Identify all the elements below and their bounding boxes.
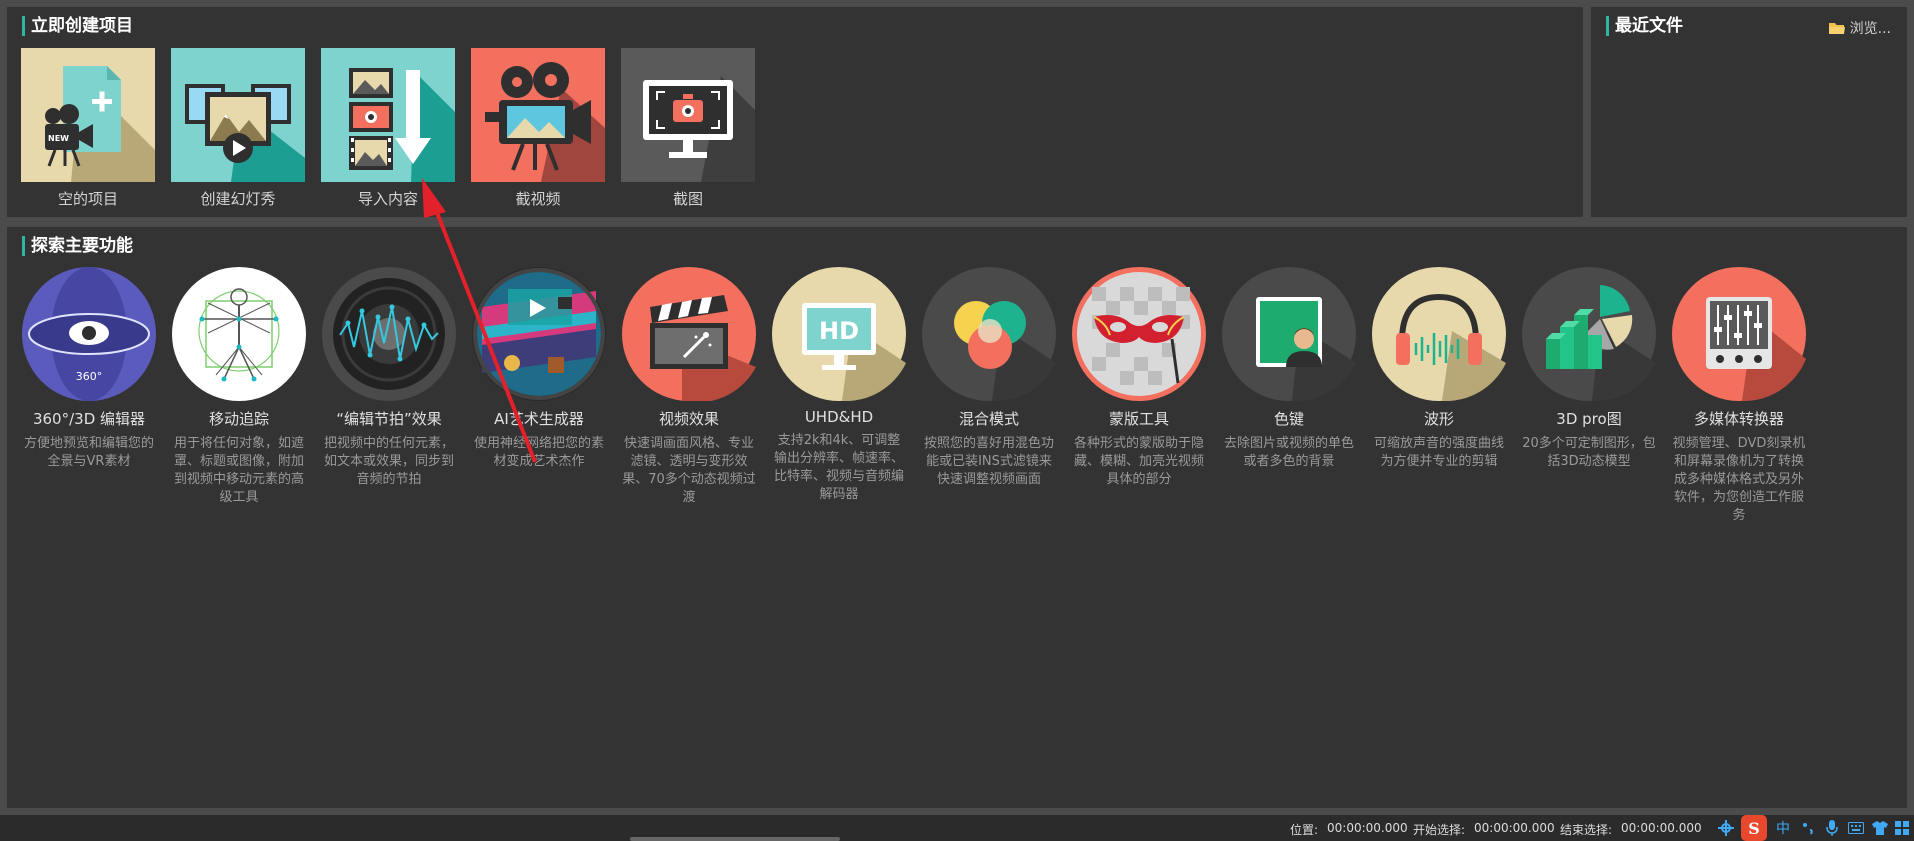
grid-menu-icon[interactable] [1893,818,1911,838]
feature-title: AI艺术生成器 [494,410,584,428]
3d-chart-icon [1522,267,1656,401]
status-bar: 位置: 00:00:00.000 开始选择: 00:00:00.000 结束选择… [0,815,1914,841]
recent-files-panel: 最近文件 浏览... [1591,7,1907,217]
hd-monitor-icon: HD [772,267,906,401]
explore-features-panel: 探索主要功能 360° 360°/3D 编辑器 方便地预览和编辑您的全景与VR素… [7,227,1907,808]
feature-desc: 可缩放声音的强度曲线为方便并专业的剪辑 [1373,436,1504,469]
feature-desc: 方便地预览和编辑您的全景与VR素材 [23,436,154,469]
feature-title: 混合模式 [958,410,1019,428]
new-project-icon: NEW [21,48,155,182]
chroma-key-icon [1222,267,1356,401]
feature-uhd-hd[interactable]: HD UHD&HD 支持2k和4k、可调整输出分辨率、帧速率、比特率、视频与音频… [769,267,909,504]
motion-tracking-icon [172,267,306,401]
feature-beat-edit[interactable]: “编辑节拍”效果 把视频中的任何元素，如文本或效果，同步到音频的节拍 [319,267,459,489]
position-label: 位置: [1290,823,1319,837]
feature-blend-modes[interactable]: 混合模式 按照您的喜好用混色功能或已装INS式滤镜来快速调整视频画面 [919,267,1059,489]
feature-title: 波形 [1423,410,1454,428]
browse-label: 浏览... [1849,21,1891,37]
tile-label: 创建幻灯秀 [200,190,276,208]
feature-mask-tool[interactable]: 蒙版工具 各种形式的蒙版助于隐藏、模糊、加亮光视频具体的部分 [1069,267,1209,489]
feature-waveform[interactable]: 波形 可缩放声音的强度曲线为方便并专业的剪辑 [1369,267,1509,471]
explore-section-title: 探索主要功能 [22,236,133,256]
create-section-title: 立即创建项目 [22,16,133,36]
feature-3d-chart[interactable]: 3D pro图 20多个可定制图形，包括3D动态模型 [1519,267,1659,471]
beat-edit-icon [322,267,456,401]
feature-desc: 快速调画面风格、专业滤镜、透明与变形效果、70多个动态视频过渡 [622,436,756,505]
feature-title: 多媒体转换器 [1693,410,1784,428]
move-crosshair-icon[interactable] [1716,818,1736,838]
ai-art-icon [472,267,606,401]
tile-empty-project[interactable]: NEW 空的项目 [21,48,155,209]
tile-label: 导入内容 [357,190,418,208]
feature-motion-tracking[interactable]: 移动追踪 用于将任何对象，如遮罩、标题或图像，附加到视频中移动元素的高级工具 [169,267,309,507]
svg-text:NEW: NEW [48,134,69,143]
360-icon-text: 360° [76,370,103,383]
ime-logo-icon[interactable]: S [1741,815,1767,841]
tile-import-content[interactable]: 导入内容 [321,48,455,209]
feature-desc: 支持2k和4k、可调整输出分辨率、帧速率、比特率、视频与音频编解码器 [773,433,904,502]
feature-desc: 使用神经网络把您的素材变成艺术杰作 [473,436,604,469]
feature-title: 蒙版工具 [1108,410,1169,428]
create-project-panel: 立即创建项目 NEW 空的项目 创建幻灯秀 导入内容 截视频 截图 [7,7,1583,217]
tile-screenshot[interactable]: 截图 [621,48,755,209]
feature-title: UHD&HD [804,408,874,426]
punctuation-icon[interactable] [1798,818,1818,838]
feature-desc: 各种形式的蒙版助于隐藏、模糊、加亮光视频具体的部分 [1073,436,1204,487]
feature-360-editor[interactable]: 360° 360°/3D 编辑器 方便地预览和编辑您的全景与VR素材 [19,267,159,471]
clapperboard-icon [622,267,756,401]
screenshot-icon [621,48,755,182]
selection-end-value: 00:00:00.000 [1621,821,1702,835]
tile-label: 截视频 [515,190,561,208]
feature-media-converter[interactable]: 多媒体转换器 视频管理、DVD刻录机和屏幕录像机为了转换成多种媒体格式及另外软件… [1669,267,1809,525]
tile-create-slideshow[interactable]: 创建幻灯秀 [171,48,305,209]
blend-modes-icon [922,267,1056,401]
shirt-skin-icon[interactable] [1870,818,1890,838]
position-value: 00:00:00.000 [1327,821,1408,835]
feature-title: 视频效果 [658,410,719,428]
feature-title: 360°/3D 编辑器 [32,410,146,428]
browse-button[interactable]: 浏览... [1828,18,1891,38]
tile-screen-record[interactable]: 截视频 [471,48,605,209]
feature-ai-art[interactable]: AI艺术生成器 使用神经网络把您的素材变成艺术杰作 [469,267,609,471]
mask-tool-icon [1072,267,1206,401]
feature-video-effects[interactable]: 视频效果 快速调画面风格、专业滤镜、透明与变形效果、70多个动态视频过渡 [619,267,759,507]
feature-desc: 视频管理、DVD刻录机和屏幕录像机为了转换成多种媒体格式及另外软件，为您创造工作… [1672,436,1806,523]
feature-title: 移动追踪 [208,410,269,428]
tile-label: 截图 [672,190,703,208]
microphone-icon[interactable] [1822,818,1842,838]
selection-end-label: 结束选择: [1560,823,1613,837]
horizontal-scrollbar[interactable] [630,837,840,841]
feature-desc: 去除图片或视频的单色或者多色的背景 [1223,436,1354,469]
feature-desc: 把视频中的任何元素，如文本或效果，同步到音频的节拍 [323,436,454,487]
feature-chroma-key[interactable]: 色键 去除图片或视频的单色或者多色的背景 [1219,267,1359,471]
feature-title: 3D pro图 [1556,410,1622,428]
screen-record-icon [471,48,605,182]
360-editor-icon: 360° [22,267,156,401]
folder-icon [1828,22,1845,34]
feature-desc: 用于将任何对象，如遮罩、标题或图像，附加到视频中移动元素的高级工具 [173,436,304,505]
recent-section-title: 最近文件 [1606,16,1683,36]
selection-start-label: 开始选择: [1413,823,1466,837]
feature-title: 色键 [1273,410,1304,428]
import-content-icon [321,48,455,182]
slideshow-icon [171,48,305,182]
feature-title: “编辑节拍”效果 [336,410,442,428]
hd-icon-text: HD [819,317,859,345]
keyboard-icon[interactable] [1846,818,1866,838]
tile-label: 空的项目 [57,190,118,208]
waveform-icon [1372,267,1506,401]
ime-mode-indicator[interactable]: 中 [1773,818,1793,838]
media-converter-icon [1672,267,1806,401]
selection-start-value: 00:00:00.000 [1474,821,1555,835]
feature-desc: 按照您的喜好用混色功能或已装INS式滤镜来快速调整视频画面 [923,436,1054,487]
feature-desc: 20多个可定制图形，包括3D动态模型 [1522,436,1656,469]
